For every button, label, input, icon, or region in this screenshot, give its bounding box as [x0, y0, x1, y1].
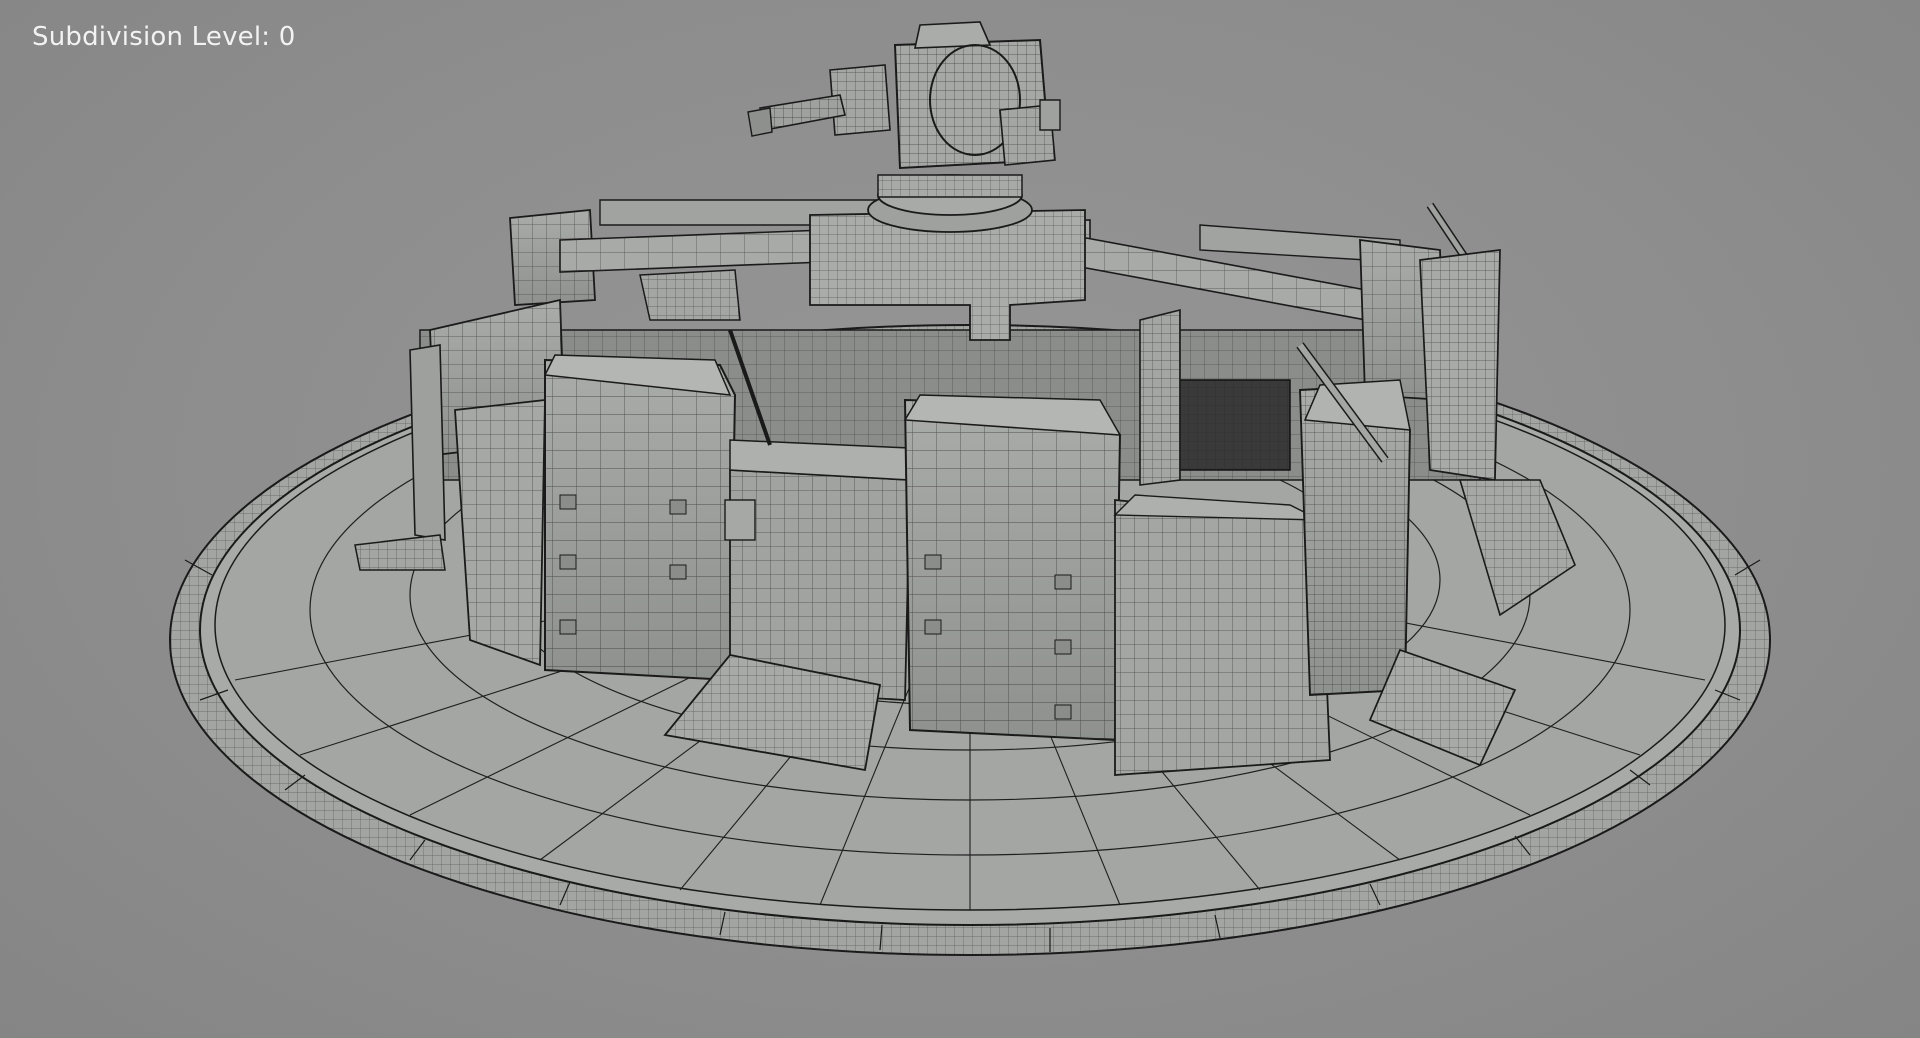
3d-viewport[interactable]: Subdivision Level: 0	[0, 0, 1920, 1038]
front-center-wall	[903, 394, 1122, 742]
wireframe-model[interactable]	[0, 0, 1920, 1038]
subdivision-level-label: Subdivision Level: 0	[32, 22, 296, 52]
